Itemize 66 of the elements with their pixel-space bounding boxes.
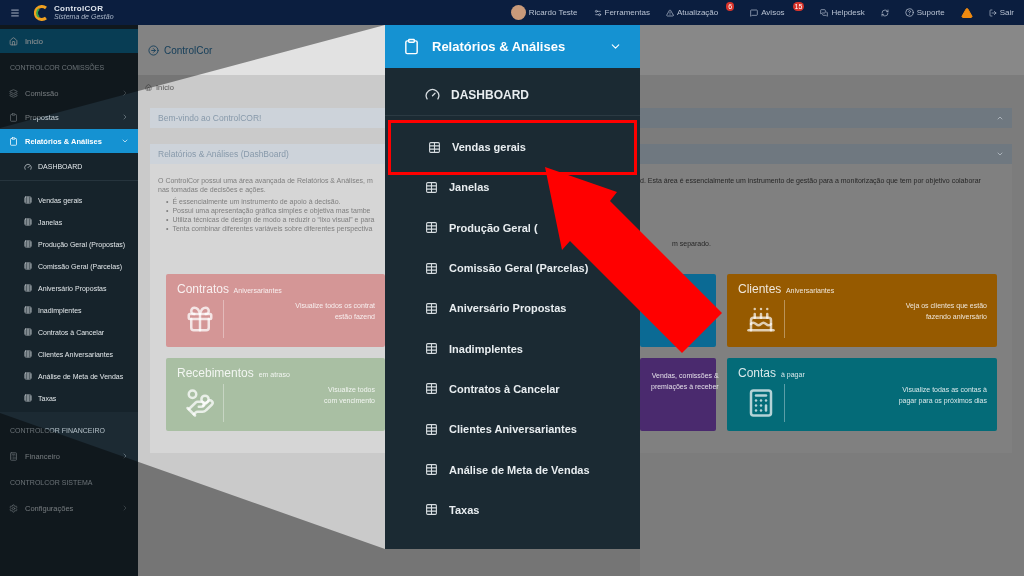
table-icon xyxy=(425,382,438,396)
clipboard-icon xyxy=(9,136,18,146)
avatar xyxy=(510,5,526,20)
top-link[interactable]: Suporte xyxy=(904,0,945,25)
panel-title: Relatórios & Análises (DashBoard) xyxy=(158,149,289,159)
table-icon xyxy=(425,422,438,436)
home-icon xyxy=(145,84,152,91)
table-icon xyxy=(425,180,438,194)
table-icon xyxy=(24,350,32,358)
calculator-icon xyxy=(9,451,18,461)
table-icon xyxy=(425,503,438,517)
top-link[interactable]: Ferramentas xyxy=(593,0,650,25)
table-icon xyxy=(24,306,32,314)
menu-item[interactable]: Vendas gerais xyxy=(388,119,637,175)
gift-icon xyxy=(185,304,215,334)
table-icon xyxy=(24,240,32,248)
chevron-right-icon xyxy=(121,89,129,97)
chevron-down-icon xyxy=(121,137,129,145)
menu-item[interactable]: Análise de Meta de Vendas xyxy=(385,449,640,490)
logo-title: ControlCOR xyxy=(54,5,105,13)
chevron-right-icon xyxy=(121,113,129,121)
refresh-icon xyxy=(880,8,889,17)
top-link[interactable]: Sair xyxy=(988,0,1014,25)
menu-item[interactable]: Produção Geral ( xyxy=(385,207,640,248)
gauge-icon xyxy=(24,162,32,171)
help-icon xyxy=(904,8,914,17)
home-icon xyxy=(9,36,18,46)
layers-icon xyxy=(9,88,18,98)
warning-icon xyxy=(665,8,674,17)
panel-title: Bem-vindo ao ControlCOR! xyxy=(158,113,262,123)
logo-icon xyxy=(34,4,49,21)
clipboard-icon xyxy=(403,38,420,55)
top-link[interactable]: Helpdesk xyxy=(820,0,865,25)
top-link[interactable]: Atualização xyxy=(665,0,719,25)
table-icon xyxy=(425,463,438,477)
menu-item[interactable]: Inadimplentes xyxy=(385,328,640,369)
arrow-circle-icon xyxy=(148,44,159,56)
table-icon xyxy=(24,328,32,336)
top-link[interactable]: Avisos xyxy=(750,0,785,25)
table-icon xyxy=(24,196,32,204)
page-title: ControlCor xyxy=(164,44,213,56)
table-icon xyxy=(24,372,32,380)
money-hand-icon xyxy=(185,388,215,418)
gauge-icon xyxy=(425,87,440,102)
table-icon xyxy=(425,301,438,315)
chevron-right-icon xyxy=(121,504,129,512)
table-icon xyxy=(428,140,441,154)
logout-icon xyxy=(988,8,997,17)
table-icon xyxy=(425,221,438,235)
menu-item[interactable]: Clientes Aniversariantes xyxy=(385,409,640,450)
menu-item[interactable]: Contratos à Cancelar xyxy=(385,368,640,410)
chat-icon xyxy=(750,8,759,17)
chevron-right-icon xyxy=(121,452,129,460)
chat-icon xyxy=(820,8,829,17)
menu-item[interactable]: Taxas xyxy=(385,489,640,530)
warning-icon xyxy=(960,6,973,19)
table-icon xyxy=(24,394,32,402)
settings-icon xyxy=(9,503,18,513)
table-icon xyxy=(24,262,32,270)
table-icon xyxy=(24,284,32,292)
user-menu[interactable]: Ricardo Teste xyxy=(510,0,578,25)
table-icon xyxy=(24,218,32,226)
table-icon xyxy=(425,261,438,275)
menu-icon xyxy=(10,7,20,18)
table-icon xyxy=(425,342,438,356)
clipboard-icon xyxy=(9,112,18,122)
